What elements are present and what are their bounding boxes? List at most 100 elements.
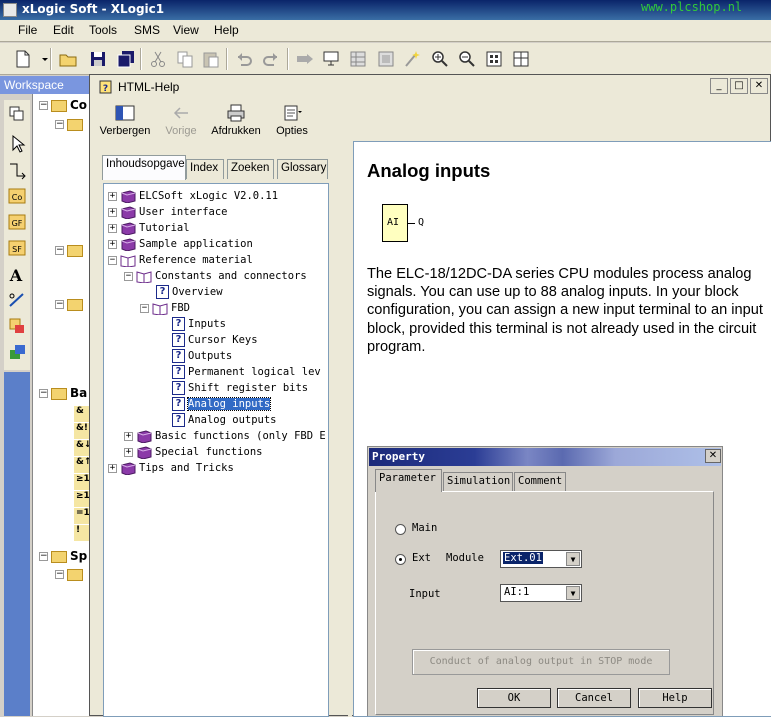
minimize-button[interactable]: _ <box>710 78 728 94</box>
tree-item[interactable]: ? Overview <box>156 284 223 300</box>
module-select[interactable]: Ext.01 ▼ <box>500 550 582 568</box>
tab-parameter[interactable]: Parameter <box>375 469 442 492</box>
text-tool-icon[interactable]: A <box>7 264 27 285</box>
expand-icon[interactable]: + <box>108 207 117 217</box>
collapse-icon[interactable]: − <box>39 101 48 110</box>
menu-edit[interactable]: Edit <box>53 23 74 37</box>
tab-comment[interactable]: Comment <box>514 472 566 491</box>
ext-radio[interactable] <box>395 554 406 565</box>
property-close-button[interactable]: ✕ <box>705 449 721 463</box>
tree-item[interactable]: ? Analog inputs <box>172 396 272 412</box>
new-dropdown-icon[interactable] <box>35 49 48 69</box>
main-radio[interactable] <box>395 524 406 535</box>
arrange-icon[interactable] <box>295 49 315 69</box>
cut-icon[interactable] <box>148 49 168 69</box>
tab-search[interactable]: Zoeken <box>227 159 274 179</box>
tree-item[interactable]: − <box>55 567 86 581</box>
cancel-button[interactable]: Cancel <box>557 688 631 708</box>
maximize-button[interactable]: □ <box>730 78 748 94</box>
menu-tools[interactable]: Tools <box>89 23 117 37</box>
save-all-icon[interactable] <box>116 49 136 69</box>
copy-block-icon[interactable] <box>7 104 27 124</box>
fit-icon[interactable] <box>484 49 504 69</box>
close-button[interactable]: ✕ <box>750 78 768 94</box>
transfer-icon[interactable] <box>7 342 27 362</box>
print-button[interactable]: Afdrukken <box>211 103 261 137</box>
options-button[interactable]: Opties <box>275 103 309 137</box>
back-button[interactable]: Vorige <box>164 103 198 137</box>
zoom-out-icon[interactable] <box>457 49 477 69</box>
tree-item[interactable]: ? Shift register bits <box>172 380 308 396</box>
tree-item[interactable]: − <box>55 117 86 131</box>
tree-item[interactable]: + Sample application <box>108 236 253 252</box>
help-button[interactable]: Help <box>638 688 712 708</box>
tree-item[interactable]: + Tips and Tricks <box>108 460 234 476</box>
expand-icon[interactable]: + <box>108 239 117 249</box>
tree-item[interactable]: − Ba <box>39 386 87 400</box>
table-icon[interactable] <box>348 49 368 69</box>
tab-glossary[interactable]: Glossary <box>277 159 328 179</box>
layout-icon[interactable] <box>511 49 531 69</box>
tree-item[interactable]: + User interface <box>108 204 228 220</box>
collapse-icon[interactable]: − <box>55 300 64 309</box>
menu-sms[interactable]: SMS <box>134 23 160 37</box>
collapse-icon[interactable]: − <box>124 271 133 281</box>
dropdown-arrow-icon[interactable]: ▼ <box>566 586 580 600</box>
tree-item[interactable]: − Sp <box>39 549 87 563</box>
block-edit-icon[interactable] <box>7 316 27 336</box>
paste-icon[interactable] <box>201 49 221 69</box>
expand-icon[interactable]: + <box>108 191 117 201</box>
input-select[interactable]: AI:1 ▼ <box>500 584 582 602</box>
pane-splitter[interactable] <box>348 141 352 717</box>
redo-icon[interactable] <box>261 49 281 69</box>
tree-item[interactable]: + Special functions <box>124 444 262 460</box>
expand-icon[interactable]: + <box>108 223 117 233</box>
tab-contents[interactable]: Inhoudsopgave <box>102 155 186 180</box>
grid-icon[interactable] <box>376 49 396 69</box>
save-icon[interactable] <box>88 49 108 69</box>
collapse-icon[interactable]: − <box>55 246 64 255</box>
collapse-icon[interactable]: − <box>108 255 117 265</box>
tree-item[interactable]: ? Outputs <box>172 348 232 364</box>
tree-item[interactable]: ? Analog outputs <box>172 412 277 428</box>
wand-icon[interactable] <box>402 49 422 69</box>
tree-item[interactable]: − <box>55 243 86 257</box>
expand-icon[interactable]: + <box>124 431 133 441</box>
collapse-icon[interactable]: − <box>39 389 48 398</box>
tree-item[interactable]: − Constants and connectors <box>124 268 307 284</box>
ok-button[interactable]: OK <box>477 688 551 708</box>
tab-index[interactable]: Index <box>186 159 224 179</box>
cut-line-icon[interactable] <box>7 290 27 310</box>
collapse-icon[interactable]: − <box>140 303 149 313</box>
menu-file[interactable]: File <box>18 23 37 37</box>
tree-item[interactable]: + Basic functions (only FBD E <box>124 428 326 444</box>
tree-item[interactable]: + ELCSoft xLogic V2.0.11 <box>108 188 278 204</box>
tree-item[interactable]: − FBD <box>140 300 190 316</box>
expand-icon[interactable]: + <box>108 463 117 473</box>
tab-simulation[interactable]: Simulation <box>443 472 513 491</box>
copy-icon[interactable] <box>175 49 195 69</box>
connect-icon[interactable] <box>7 160 27 180</box>
undo-icon[interactable] <box>234 49 254 69</box>
tree-item[interactable]: − <box>55 297 86 311</box>
select-pointer-icon[interactable] <box>7 134 27 154</box>
tree-item[interactable]: − Reference material <box>108 252 253 268</box>
dropdown-arrow-icon[interactable]: ▼ <box>566 552 580 566</box>
hide-button[interactable]: Verbergen <box>99 103 151 137</box>
collapse-icon[interactable]: − <box>55 570 64 579</box>
tree-item[interactable]: ? Inputs <box>172 316 226 332</box>
menu-view[interactable]: View <box>173 23 199 37</box>
conduct-analog-output-button[interactable]: Conduct of analog output in STOP mode <box>412 649 670 675</box>
constants-icon[interactable]: Co <box>7 186 27 206</box>
gf-icon[interactable]: GF <box>7 212 27 232</box>
open-folder-icon[interactable] <box>58 49 78 69</box>
monitor-icon[interactable] <box>321 49 341 69</box>
tree-item[interactable]: − Co <box>39 98 87 112</box>
expand-icon[interactable]: + <box>124 447 133 457</box>
tree-item[interactable]: + Tutorial <box>108 220 190 236</box>
zoom-in-icon[interactable] <box>430 49 450 69</box>
collapse-icon[interactable]: − <box>55 120 64 129</box>
tree-item[interactable]: ? Cursor Keys <box>172 332 258 348</box>
menu-help[interactable]: Help <box>214 23 239 37</box>
tree-item[interactable]: ? Permanent logical lev <box>172 364 321 380</box>
